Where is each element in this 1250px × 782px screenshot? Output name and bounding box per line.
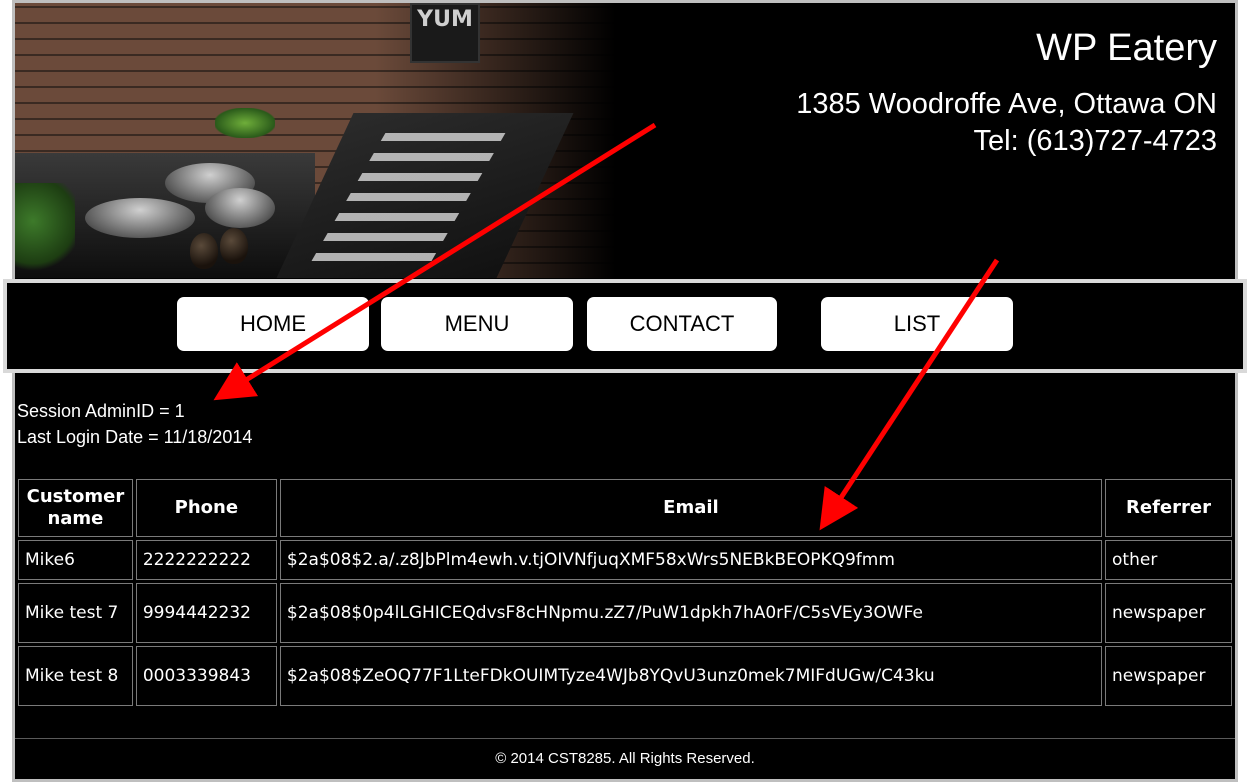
main-nav: HOME MENU CONTACT LIST — [3, 279, 1247, 373]
nav-menu[interactable]: MENU — [381, 297, 573, 351]
cell-phone: 0003339843 — [135, 646, 277, 706]
nav-home[interactable]: HOME — [177, 297, 369, 351]
table-row: Mike6 2222222222 $2a$08$2.a/.z8JbPlm4ewh… — [18, 540, 1232, 580]
cell-email: $2a$08$0p4lLGHICEQdvsF8cHNpmu.zZ7/PuW1dp… — [279, 583, 1103, 643]
cell-referrer: other — [1105, 540, 1232, 580]
table-row: Mike test 8 0003339843 $2a$08$ZeOQ77F1Lt… — [18, 646, 1232, 706]
customer-table: Customer name Phone Email Referrer Mike6… — [15, 476, 1235, 709]
session-info: Session AdminID = 1 Last Login Date = 11… — [17, 398, 252, 450]
cell-phone: 9994442232 — [135, 583, 277, 643]
column-header-customer-name: Customer name — [18, 479, 133, 537]
yum-sign: YUM — [410, 3, 480, 63]
cell-referrer: newspaper — [1105, 646, 1232, 706]
cell-email: $2a$08$2.a/.z8JbPlm4ewh.v.tjOIVNfjuqXMF5… — [279, 540, 1103, 580]
column-header-email: Email — [279, 479, 1103, 537]
session-admin-id: Session AdminID = 1 — [17, 401, 185, 421]
cell-phone: 2222222222 — [135, 540, 277, 580]
header-photo: YUM — [15, 3, 615, 278]
nav-list[interactable]: LIST — [821, 297, 1013, 351]
column-header-phone: Phone — [135, 479, 277, 537]
business-address: 1385 Woodroffe Ave, Ottawa ON — [796, 88, 1217, 120]
cell-name: Mike test 7 — [18, 583, 133, 643]
cell-referrer: newspaper — [1105, 583, 1232, 643]
site-header: YUM WP Eatery 1385 Woodroffe Ave, Ottawa… — [15, 3, 1235, 278]
business-phone: Tel: (613)727-4723 — [973, 125, 1217, 157]
business-info: WP Eatery 1385 Woodroffe Ave, Ottawa ON … — [796, 25, 1217, 159]
last-login-date: Last Login Date = 11/18/2014 — [17, 427, 253, 447]
cell-name: Mike test 8 — [18, 646, 133, 706]
cell-name: Mike6 — [18, 540, 133, 580]
table-header-row: Customer name Phone Email Referrer — [18, 479, 1232, 537]
column-header-referrer: Referrer — [1105, 479, 1232, 537]
copyright-text: © 2014 CST8285. All Rights Reserved. — [495, 750, 755, 767]
business-name: WP Eatery — [1036, 27, 1217, 69]
table-row: Mike test 7 9994442232 $2a$08$0p4lLGHICE… — [18, 583, 1232, 643]
site-footer: © 2014 CST8285. All Rights Reserved. — [15, 738, 1235, 778]
nav-contact[interactable]: CONTACT — [587, 297, 777, 351]
cell-email: $2a$08$ZeOQ77F1LteFDkOUIMTyze4WJb8YQvU3u… — [279, 646, 1103, 706]
